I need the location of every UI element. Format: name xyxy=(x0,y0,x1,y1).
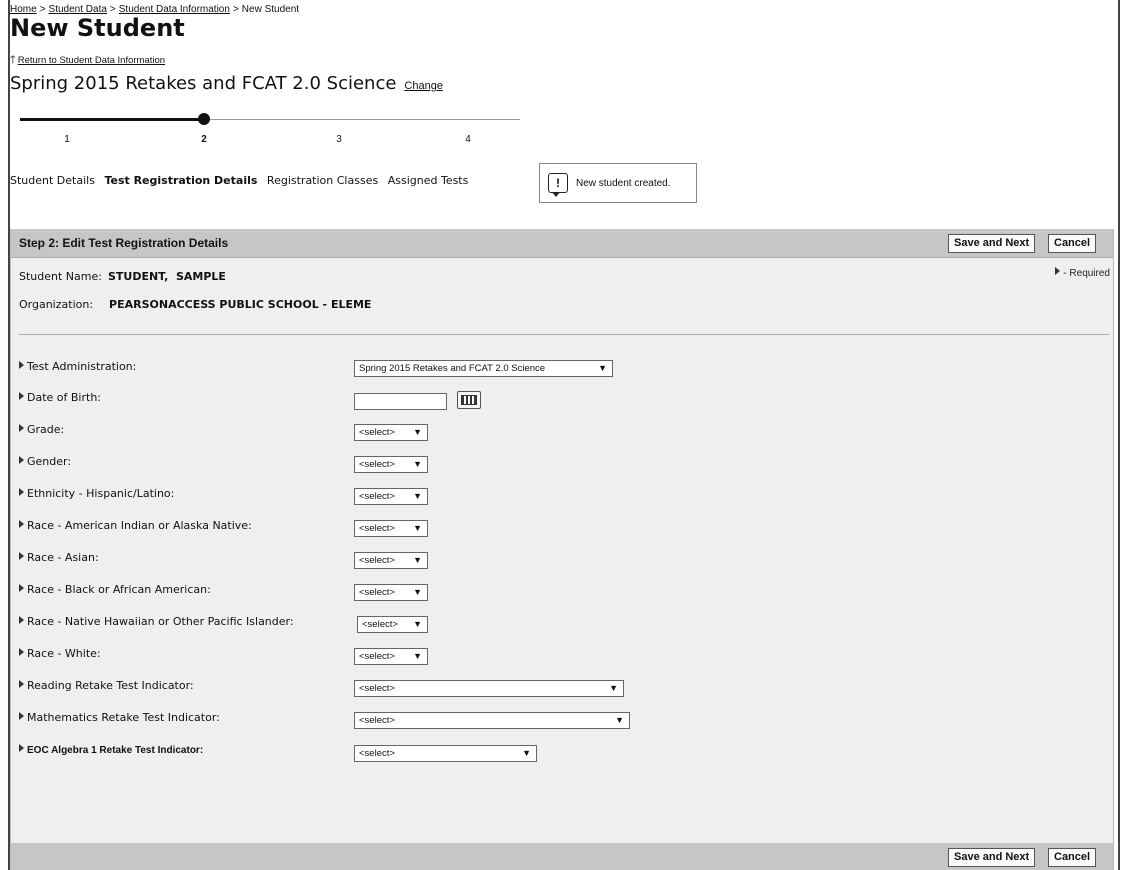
step-label-assigned-tests: Assigned Tests xyxy=(387,174,469,187)
dropdown-arrow-icon: ▼ xyxy=(413,587,422,597)
panel-title: Step 2: Edit Test Registration Details xyxy=(19,236,229,250)
dropdown-arrow-icon: ▼ xyxy=(609,683,618,693)
ethnicity-select[interactable]: <select> ▼ xyxy=(354,488,428,505)
field-label-test-administration: Test Administration: xyxy=(19,360,136,373)
gender-select[interactable]: <select> ▼ xyxy=(354,456,428,473)
required-marker-icon xyxy=(19,744,24,752)
return-link-container: 🡑 Return to Student Data Information xyxy=(10,51,165,70)
dropdown-arrow-icon: ▼ xyxy=(413,523,422,533)
status-notice: ! New student created. xyxy=(539,163,697,203)
required-marker-icon xyxy=(19,616,24,624)
dropdown-arrow-icon: ▼ xyxy=(522,748,531,758)
student-name-value: STUDENT, SAMPLE xyxy=(107,270,226,283)
edit-panel: Step 2: Edit Test Registration Details S… xyxy=(10,229,1114,870)
organization-value: PEARSONACCESS PUBLIC SCHOOL - ELEME xyxy=(109,298,372,311)
field-label-race-asian: Race - Asian: xyxy=(19,551,99,564)
dropdown-arrow-icon: ▼ xyxy=(413,619,422,629)
required-marker-icon xyxy=(19,520,24,528)
panel-header: Step 2: Edit Test Registration Details S… xyxy=(11,229,1113,258)
required-marker-icon xyxy=(19,712,24,720)
save-and-next-button[interactable]: Save and Next xyxy=(948,234,1036,253)
required-marker-icon xyxy=(19,680,24,688)
step-labels: Student Details Test Registration Detail… xyxy=(10,174,474,187)
organization-label: Organization: xyxy=(19,298,94,311)
breadcrumb-current: New Student xyxy=(241,4,300,15)
progress-bar-completed xyxy=(20,118,205,121)
required-marker-icon xyxy=(1055,267,1061,275)
field-label-reading-retake: Reading Retake Test Indicator: xyxy=(19,679,194,692)
math-retake-select[interactable]: <select> ▼ xyxy=(354,712,630,729)
field-label-race-american-indian: Race - American Indian or Alaska Native: xyxy=(19,519,252,532)
page-title: New Student xyxy=(10,14,185,42)
divider xyxy=(19,334,1109,335)
dropdown-arrow-icon: ▼ xyxy=(413,651,422,661)
progress-bar-remaining xyxy=(205,119,520,120)
student-name-row: Student Name: STUDENT, SAMPLE xyxy=(19,270,226,283)
required-marker-icon xyxy=(19,361,24,369)
notice-text: New student created. xyxy=(576,177,671,189)
dropdown-arrow-icon: ▼ xyxy=(615,715,624,725)
step-label-test-registration-details: Test Registration Details xyxy=(104,174,258,187)
required-marker-icon xyxy=(19,456,24,464)
field-label-ethnicity: Ethnicity - Hispanic/Latino: xyxy=(19,487,174,500)
calendar-icon xyxy=(461,395,477,405)
cancel-button[interactable]: Cancel xyxy=(1048,234,1097,253)
race-hawaiian-select[interactable]: <select> ▼ xyxy=(357,616,428,633)
field-label-math-retake: Mathematics Retake Test Indicator: xyxy=(19,711,220,724)
step-number-1: 1 xyxy=(64,134,70,145)
race-asian-select[interactable]: <select> ▼ xyxy=(354,552,428,569)
organization-row: Organization: PEARSONACCESS PUBLIC SCHOOL… xyxy=(19,298,371,311)
alert-speech-bubble-icon: ! xyxy=(548,173,568,197)
administration-title: Spring 2015 Retakes and FCAT 2.0 Science… xyxy=(10,73,443,94)
required-legend: - Required xyxy=(1055,267,1110,279)
test-administration-select[interactable]: Spring 2015 Retakes and FCAT 2.0 Science… xyxy=(354,360,613,377)
step-number-2: 2 xyxy=(201,134,207,145)
eoc-algebra-retake-select[interactable]: <select> ▼ xyxy=(354,745,537,762)
field-label-date-of-birth: Date of Birth: xyxy=(19,391,101,404)
student-name-label: Student Name: xyxy=(19,270,102,283)
step-label-student-details: Student Details xyxy=(10,174,95,187)
race-american-indian-select[interactable]: <select> ▼ xyxy=(354,520,428,537)
race-black-select[interactable]: <select> ▼ xyxy=(354,584,428,601)
step-number-4: 4 xyxy=(465,134,471,145)
administration-name: Spring 2015 Retakes and FCAT 2.0 Science xyxy=(10,73,397,94)
field-label-race-white: Race - White: xyxy=(19,647,101,660)
field-label-gender: Gender: xyxy=(19,455,71,468)
progress-current-marker xyxy=(198,113,210,125)
footer-cancel-button[interactable]: Cancel xyxy=(1048,848,1097,867)
race-white-select[interactable]: <select> ▼ xyxy=(354,648,428,665)
field-label-race-hawaiian: Race - Native Hawaiian or Other Pacific … xyxy=(19,615,294,628)
field-label-eoc-algebra-retake: EOC Algebra 1 Retake Test Indicator: xyxy=(19,744,203,756)
field-label-race-black: Race - Black or African American: xyxy=(19,583,211,596)
required-marker-icon xyxy=(19,552,24,560)
calendar-picker-button[interactable] xyxy=(457,391,481,409)
change-administration-link[interactable]: Change xyxy=(404,80,443,92)
step-number-3: 3 xyxy=(336,134,342,145)
dropdown-arrow-icon: ▼ xyxy=(413,491,422,501)
required-marker-icon xyxy=(19,488,24,496)
up-arrow-icon: 🡑 xyxy=(10,54,16,66)
dropdown-arrow-icon: ▼ xyxy=(413,427,422,437)
dropdown-arrow-icon: ▼ xyxy=(413,459,422,469)
dropdown-arrow-icon: ▼ xyxy=(413,555,422,565)
reading-retake-select[interactable]: <select> ▼ xyxy=(354,680,624,697)
footer-save-and-next-button[interactable]: Save and Next xyxy=(948,848,1036,867)
panel-footer: Save and Next Cancel xyxy=(11,843,1113,870)
field-label-grade: Grade: xyxy=(19,423,64,436)
step-label-registration-classes: Registration Classes xyxy=(266,174,379,187)
date-of-birth-input[interactable] xyxy=(354,393,447,410)
return-to-student-data-information-link[interactable]: Return to Student Data Information xyxy=(18,55,165,66)
required-marker-icon xyxy=(19,648,24,656)
required-marker-icon xyxy=(19,424,24,432)
required-marker-icon xyxy=(19,584,24,592)
required-marker-icon xyxy=(19,392,24,400)
grade-select[interactable]: <select> ▼ xyxy=(354,424,428,441)
dropdown-arrow-icon: ▼ xyxy=(598,363,607,373)
